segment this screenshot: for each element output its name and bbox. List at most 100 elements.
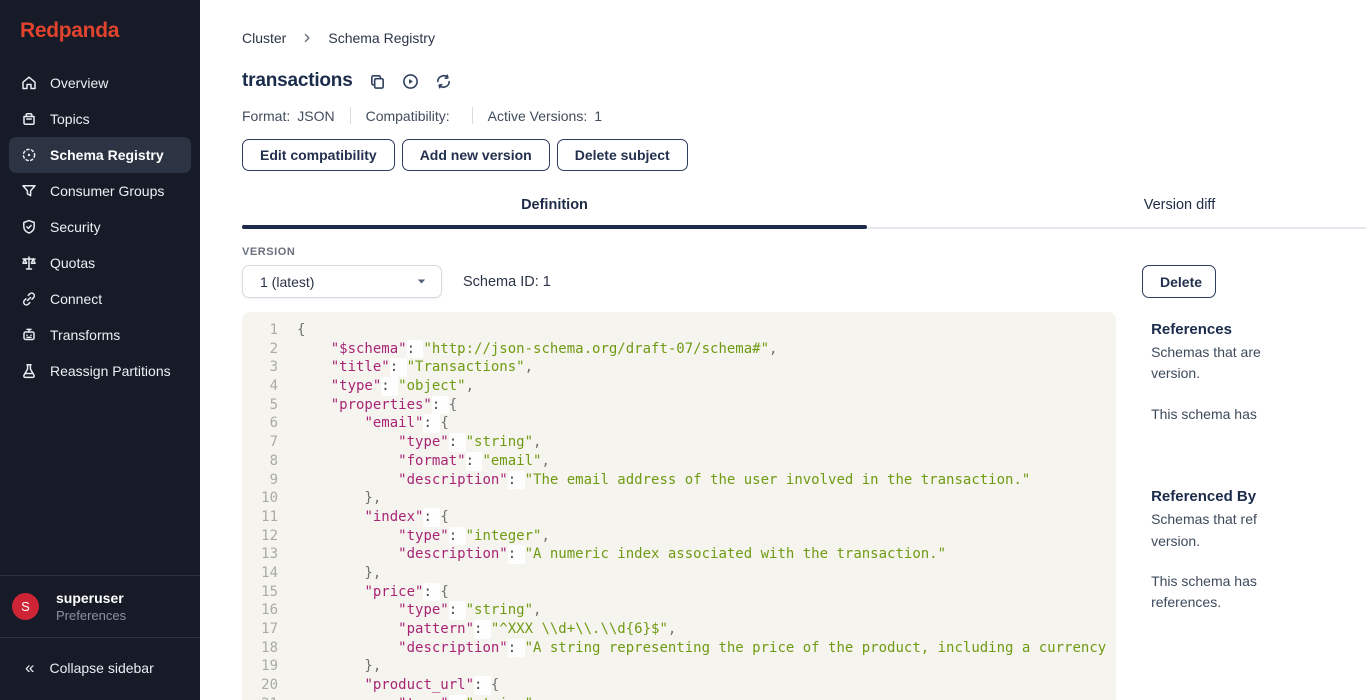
- edit-compatibility-button[interactable]: Edit compatibility: [242, 139, 395, 171]
- user-profile[interactable]: S superuser Preferences: [0, 576, 200, 637]
- code-token: [297, 471, 398, 490]
- code-line: 3 "title": "Transactions",: [242, 358, 1116, 377]
- code-token: [297, 452, 398, 471]
- code-token: ,: [525, 358, 533, 377]
- code-token: :: [449, 527, 466, 546]
- meta-divider: [350, 107, 351, 124]
- page-title: transactions: [242, 70, 353, 92]
- redpanda-logo[interactable]: Redpanda: [0, 0, 200, 61]
- sidebar-item-label: Connect: [50, 291, 102, 307]
- line-number: 4: [242, 377, 278, 396]
- refresh-icon[interactable]: [435, 73, 452, 90]
- sidebar-item-schema-registry[interactable]: Schema Registry: [9, 137, 191, 173]
- code-token: :: [423, 583, 440, 602]
- sidebar-item-topics[interactable]: Topics: [9, 101, 191, 137]
- code-token: "type": [398, 695, 449, 700]
- line-number: 5: [242, 396, 278, 415]
- line-number: 11: [242, 508, 278, 527]
- breadcrumb: Cluster Schema Registry: [242, 30, 1366, 46]
- code-token: "description": [398, 639, 508, 658]
- chevron-right-icon: [301, 32, 313, 44]
- code-token: :: [432, 396, 449, 415]
- play-icon[interactable]: [402, 73, 419, 90]
- code-token: "The email address of the user involved …: [525, 471, 1031, 490]
- sidebar-item-connect[interactable]: Connect: [9, 281, 191, 317]
- code-token: [297, 676, 364, 695]
- code-token: "pattern": [398, 620, 474, 639]
- copy-icon[interactable]: [369, 73, 386, 90]
- delete-subject-button[interactable]: Delete subject: [557, 139, 688, 171]
- references-section-references: ReferencesSchemas that areversion.This s…: [1151, 320, 1366, 425]
- meta-value: 1: [594, 108, 602, 124]
- code-token: :: [381, 377, 398, 396]
- code-token: },: [297, 564, 381, 583]
- tab-bar: DefinitionVersion diff: [242, 190, 1366, 229]
- code-token: "email": [364, 414, 423, 433]
- meta-compatibility-: Compatibility:: [366, 108, 457, 124]
- sidebar-item-quotas[interactable]: Quotas: [9, 245, 191, 281]
- title-row: transactions: [242, 70, 1366, 92]
- user-preferences-link[interactable]: Preferences: [56, 607, 126, 624]
- code-line: 19 },: [242, 657, 1116, 676]
- code-token: :: [423, 508, 440, 527]
- avatar: S: [12, 593, 39, 620]
- code-token: ,: [533, 695, 541, 700]
- code-token: {: [449, 396, 457, 415]
- references-section-referenced-by: Referenced BySchemas that refversion.Thi…: [1151, 487, 1366, 614]
- code-token: "description": [398, 545, 508, 564]
- code-token: [297, 377, 331, 396]
- schema-id-text: Schema ID: 1: [463, 274, 551, 290]
- code-line: 9 "description": "The email address of t…: [242, 471, 1116, 490]
- meta-active-versions-: Active Versions:1: [488, 108, 602, 124]
- code-line: 6 "email": {: [242, 414, 1116, 433]
- line-number: 12: [242, 527, 278, 546]
- code-token: ,: [466, 377, 474, 396]
- sidebar-item-overview[interactable]: Overview: [9, 65, 191, 101]
- references-section-title: Referenced By: [1151, 487, 1366, 507]
- code-line: 15 "price": {: [242, 583, 1116, 602]
- line-number: 13: [242, 545, 278, 564]
- code-token: ,: [533, 601, 541, 620]
- code-line: 13 "description": "A numeric index assoc…: [242, 545, 1116, 564]
- line-number: 21: [242, 695, 278, 700]
- scales-icon: [20, 254, 38, 272]
- references-note-line: This schema has: [1151, 571, 1366, 592]
- code-token: ,: [541, 527, 549, 546]
- code-token: {: [440, 508, 448, 527]
- schema-code-editor[interactable]: 1{2 "$schema": "http://json-schema.org/d…: [242, 312, 1116, 700]
- code-token: :: [474, 620, 491, 639]
- content-row: 1{2 "$schema": "http://json-schema.org/d…: [242, 312, 1366, 700]
- collapse-sidebar-button[interactable]: « Collapse sidebar: [0, 638, 200, 700]
- sidebar-item-label: Topics: [50, 111, 90, 127]
- code-token: "string": [466, 433, 533, 452]
- code-token: [297, 527, 398, 546]
- line-number: 6: [242, 414, 278, 433]
- references-description-line: version.: [1151, 531, 1366, 552]
- code-line: 18 "description": "A string representing…: [242, 639, 1116, 658]
- robot-icon: [20, 326, 38, 344]
- code-token: "price": [364, 583, 423, 602]
- code-token: :: [449, 433, 466, 452]
- code-token: :: [449, 601, 466, 620]
- add-new-version-button[interactable]: Add new version: [402, 139, 550, 171]
- code-token: [297, 433, 398, 452]
- line-number: 8: [242, 452, 278, 471]
- breadcrumb-schema-registry[interactable]: Schema Registry: [328, 30, 435, 46]
- action-buttons: Edit compatibility Add new version Delet…: [242, 139, 1366, 171]
- version-select[interactable]: 1 (latest): [242, 265, 442, 298]
- references-note-line: references.: [1151, 592, 1366, 613]
- code-token: :: [449, 695, 466, 700]
- delete-version-button[interactable]: Delete: [1142, 265, 1216, 298]
- sidebar-item-reassign-partitions[interactable]: Reassign Partitions: [9, 353, 191, 389]
- code-token: "email": [482, 452, 541, 471]
- breadcrumb-cluster[interactable]: Cluster: [242, 30, 286, 46]
- tab-version-diff[interactable]: Version diff: [867, 190, 1366, 227]
- sidebar-item-consumer-groups[interactable]: Consumer Groups: [9, 173, 191, 209]
- sidebar-item-security[interactable]: Security: [9, 209, 191, 245]
- meta-divider: [472, 107, 473, 124]
- sidebar-item-transforms[interactable]: Transforms: [9, 317, 191, 353]
- code-line: 12 "type": "integer",: [242, 527, 1116, 546]
- references-panel: ReferencesSchemas that areversion.This s…: [1151, 312, 1366, 700]
- tab-definition[interactable]: Definition: [242, 190, 867, 227]
- code-token: :: [407, 340, 424, 359]
